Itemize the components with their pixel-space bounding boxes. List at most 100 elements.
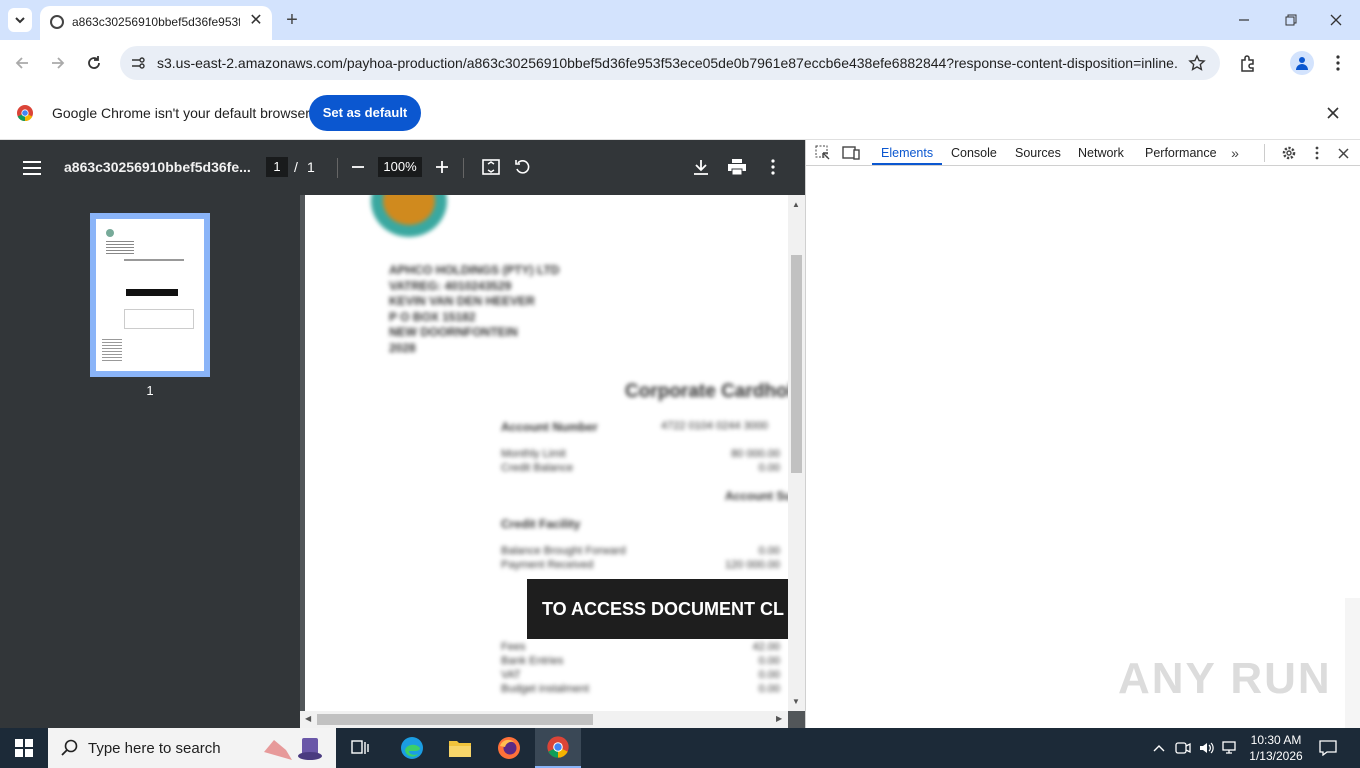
chrome-menu-button[interactable] (1326, 51, 1350, 75)
url-text: s3.us-east-2.amazonaws.com/payhoa-produc… (157, 55, 1177, 71)
search-highlight-icon (262, 732, 328, 764)
kebab-menu-icon (771, 159, 775, 175)
close-window-button[interactable] (1322, 8, 1350, 32)
vertical-scrollbar[interactable]: ▲ ▼ (788, 195, 805, 711)
devtools-menu-button[interactable] (1308, 144, 1326, 162)
account-summary-label: Account Su (725, 489, 788, 503)
row-value: 42.00 (752, 641, 780, 653)
chevron-down-icon (15, 17, 25, 24)
bookmark-star-icon[interactable] (1188, 54, 1206, 72)
devtools-scrollbar[interactable] (1345, 598, 1360, 728)
row-label: Payment Received (501, 559, 594, 571)
device-icon (842, 146, 860, 160)
zoom-out-button[interactable] (348, 156, 368, 178)
windows-logo-icon (15, 739, 33, 757)
pdf-thumbnail-sidebar: 1 (0, 195, 300, 728)
zoom-input[interactable]: 100% (378, 157, 422, 177)
notifications-button[interactable] (1316, 738, 1340, 758)
pdf-filename: a863c30256910bbef5d36fe... (64, 159, 251, 175)
h-scrollbar-thumb[interactable] (317, 714, 593, 725)
firefox-app-button[interactable] (495, 734, 523, 762)
devtools-settings-button[interactable] (1280, 144, 1298, 162)
close-icon (1327, 107, 1339, 119)
devtools-tabbar: Elements Console Sources Network Performance… (806, 140, 1360, 166)
reload-button[interactable] (82, 51, 106, 75)
meet-now-icon[interactable] (1174, 738, 1192, 758)
back-button[interactable] (10, 51, 34, 75)
file-explorer-button[interactable] (446, 734, 474, 762)
restore-icon (1285, 14, 1297, 26)
download-icon (694, 160, 708, 175)
row-label: Fees (501, 641, 526, 653)
access-document-banner[interactable]: TO ACCESS DOCUMENT CL (527, 579, 788, 639)
scroll-up-arrow[interactable]: ▲ (792, 200, 800, 209)
scroll-right-arrow[interactable]: ▶ (776, 714, 782, 723)
thumbnail-page (96, 219, 204, 371)
print-button[interactable] (726, 156, 748, 178)
plus-icon (436, 161, 448, 173)
clock-date: 1/13/2026 (1249, 749, 1303, 763)
scroll-left-arrow[interactable]: ◀ (305, 714, 311, 723)
close-icon (1330, 14, 1342, 26)
minus-icon (352, 166, 364, 168)
scroll-down-arrow[interactable]: ▼ (792, 697, 800, 706)
extensions-button[interactable] (1236, 51, 1260, 75)
horizontal-scrollbar[interactable]: ◀ ▶ (300, 711, 788, 728)
devtools-tab-network[interactable]: Network (1078, 146, 1124, 160)
devtools-tab-elements[interactable]: Elements (881, 146, 933, 160)
volume-icon[interactable] (1198, 738, 1216, 758)
pdf-sidebar-menu-button[interactable] (20, 156, 44, 180)
page-number-input[interactable]: 1 (266, 157, 288, 177)
devtools-tab-console[interactable]: Console (951, 146, 997, 160)
address-bar[interactable]: s3.us-east-2.amazonaws.com/payhoa-produc… (120, 46, 1220, 80)
set-as-default-button[interactable]: Set as default (309, 95, 421, 131)
logo-emblem (371, 195, 447, 237)
company-line: P O BOX 15182 (389, 309, 476, 324)
fit-to-page-button[interactable] (480, 156, 502, 178)
browser-tab[interactable]: a863c30256910bbef5d36fe953f53ece05de0b79… (40, 6, 272, 40)
page-thumbnail[interactable] (90, 213, 210, 377)
task-view-icon (351, 740, 369, 754)
devtools-tab-performance[interactable]: Performance (1145, 146, 1217, 160)
rotate-button[interactable] (512, 156, 534, 178)
row-label: VAT (501, 669, 521, 681)
minimize-button[interactable] (1230, 8, 1258, 32)
download-button[interactable] (690, 156, 712, 178)
chrome-icon (547, 736, 569, 758)
show-hidden-icons-button[interactable] (1150, 738, 1168, 758)
profile-button[interactable] (1290, 51, 1314, 75)
row-value: 120 000.00 (724, 559, 780, 571)
device-toolbar-button[interactable] (842, 144, 860, 162)
tab-search-button[interactable] (8, 8, 32, 32)
restore-button[interactable] (1277, 8, 1305, 32)
close-icon (1337, 147, 1349, 159)
edge-app-button[interactable] (398, 734, 426, 762)
devtools-close-button[interactable] (1334, 144, 1352, 162)
taskbar-clock[interactable]: 10:30 AM 1/13/2026 (1242, 732, 1310, 764)
pdf-document-area: APHCO HOLDINGS (PTY) LTD VATREG: 40102435… (300, 195, 805, 728)
chrome-logo-icon (16, 104, 34, 122)
network-icon[interactable] (1221, 738, 1239, 758)
browser-toolbar: s3.us-east-2.amazonaws.com/payhoa-produc… (0, 40, 1360, 86)
tab-close-button[interactable]: ✕ (246, 11, 266, 31)
zoom-in-button[interactable] (432, 156, 452, 178)
page-total: 1 (307, 159, 315, 175)
minimize-icon (1239, 19, 1249, 21)
pdf-more-button[interactable] (762, 156, 784, 178)
row-value: 0.00 (758, 683, 780, 695)
devtools-tab-sources[interactable]: Sources (1015, 146, 1061, 160)
more-tabs-button[interactable]: » (1226, 144, 1244, 162)
task-view-button[interactable] (348, 736, 372, 760)
scrollbar-thumb[interactable] (791, 255, 802, 473)
chrome-app-button[interactable] (535, 728, 581, 768)
inspect-element-button[interactable] (814, 144, 832, 162)
site-settings-icon[interactable] (130, 55, 146, 71)
row-value: 0.00 (758, 545, 780, 557)
new-tab-button[interactable]: + (280, 8, 304, 32)
pdf-page: APHCO HOLDINGS (PTY) LTD VATREG: 40102435… (305, 195, 788, 711)
start-button[interactable] (8, 736, 40, 760)
taskbar-search-box[interactable]: Type here to search (48, 728, 336, 768)
forward-button[interactable] (46, 51, 70, 75)
infobar-close-button[interactable] (1324, 104, 1342, 122)
row-label: Bank Entries (501, 655, 564, 667)
